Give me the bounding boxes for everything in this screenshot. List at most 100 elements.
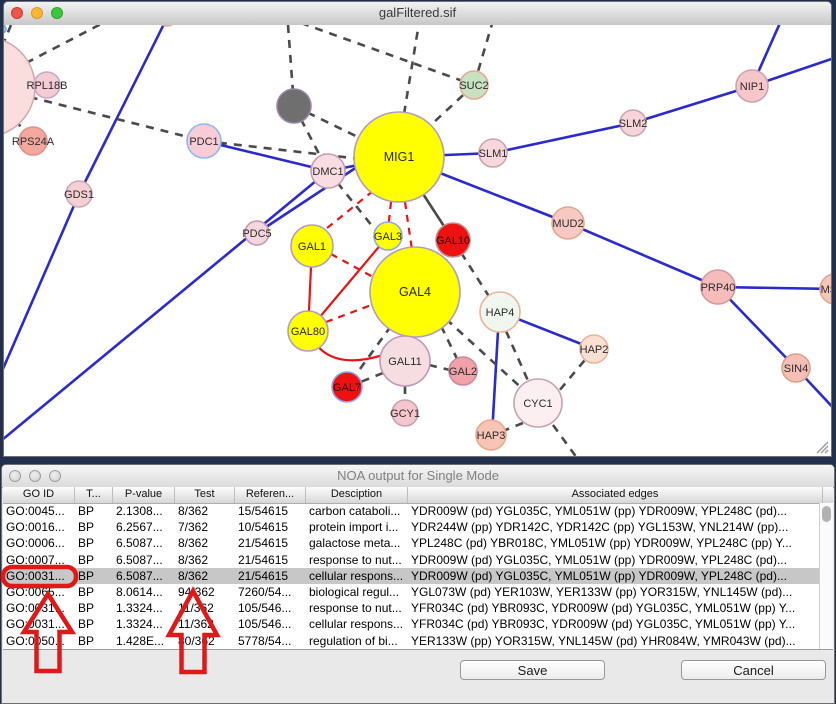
network-window-titlebar[interactable]: galFiltered.sif (4, 2, 831, 26)
column-header-test[interactable]: Test (175, 487, 235, 503)
table-cell: biological regul... (306, 584, 408, 600)
scrollbar-thumb[interactable] (822, 506, 831, 522)
table-cell: 15/54615 (235, 503, 306, 519)
edge (404, 25, 420, 114)
table-cell: GO:0006... (3, 535, 75, 551)
edge (553, 425, 585, 456)
table-cell: BP (75, 568, 113, 584)
column-header-t[interactable]: T... (75, 487, 113, 503)
node-gal80[interactable] (288, 311, 328, 351)
table-cell: GO:0016... (3, 519, 75, 535)
table-row[interactable]: GO:0065...BP8.0614...94/3627260/54...bio… (3, 584, 819, 600)
node-gal7[interactable] (332, 372, 362, 402)
table-cell: GO:0031... (3, 616, 75, 632)
table-scrollbar[interactable] (819, 503, 833, 649)
table-cell: 21/54615 (235, 552, 306, 568)
node-pdc1[interactable] (187, 124, 221, 158)
noa-window-titlebar[interactable]: NOA output for Single Mode (2, 465, 834, 488)
edge (493, 123, 633, 153)
node-gal2[interactable] (449, 357, 477, 385)
table-row[interactable]: GO:0031...BP1.3324...11/362105/546...res… (3, 600, 819, 616)
table-body: GO:0045...BP2.1308...8/36215/54615carbon… (3, 503, 819, 649)
node-gal10[interactable] (436, 223, 470, 257)
table-cell: 6.5087... (113, 568, 175, 584)
noa-window: NOA output for Single Mode GO IDT...P-va… (1, 464, 835, 704)
table-cell: 94/362 (175, 584, 235, 600)
table-row[interactable]: GO:0016...BP6.2567...7/36210/54615protei… (3, 519, 819, 535)
table-cell: 11/362 (175, 616, 235, 632)
table-cell: 8/362 (175, 568, 235, 584)
node-cyc1[interactable] (514, 379, 562, 427)
edge (405, 202, 412, 250)
node-slm2[interactable] (620, 110, 646, 136)
table-cell: 11/362 (175, 600, 235, 616)
node-hap3[interactable] (476, 420, 506, 450)
network-graph: RPL18BRPS24AGDS1PDC1DMC1MIG1SLM1SUC2SLM2… (4, 25, 831, 456)
node-gal3[interactable] (374, 222, 402, 250)
table-row[interactable]: GO:0045...BP2.1308...8/36215/54615carbon… (3, 503, 819, 519)
table-row[interactable]: GO:0006...BP6.5087...8/36221/54615galact… (3, 535, 819, 551)
node[interactable] (157, 25, 177, 26)
table-cell: 7260/54... (235, 584, 306, 600)
node-mud2[interactable] (552, 207, 584, 239)
table-cell: YER133W (pp) YOR315W, YNL145W (pd) YHR08… (408, 633, 819, 649)
table-cell: YDR009W (pd) YGL035C, YML051W (pp) YDR00… (408, 568, 819, 584)
table-cell: 105/546... (235, 600, 306, 616)
column-header-desciption[interactable]: Desciption (306, 487, 408, 503)
table-cell: galactose meta... (306, 535, 408, 551)
edge (503, 423, 523, 431)
table-cell: BP (75, 519, 113, 535)
node-rpl18b[interactable] (34, 72, 60, 98)
table-cell: 6.5087... (113, 535, 175, 551)
node-hap4[interactable] (480, 292, 520, 332)
node-mig1[interactable] (354, 112, 444, 202)
table-row[interactable]: GO:0050...BP1.428E...80/3625778/54...reg… (3, 633, 819, 649)
edge (429, 365, 450, 370)
desktop-background: galFiltered.sif RPL18BRPS24AGDS1PDC1DMC1… (0, 0, 836, 704)
node-gcy1[interactable] (392, 400, 418, 426)
node-hap2[interactable] (580, 335, 608, 363)
table-row[interactable]: GO:0031...BP1.3324...11/362105/546...cel… (3, 616, 819, 632)
node-gds1[interactable] (66, 181, 92, 207)
table-row[interactable]: GO:0007...BP6.5087...8/36221/54615respon… (3, 552, 819, 568)
column-header-goid[interactable]: GO ID (3, 487, 75, 503)
node-slm1[interactable] (479, 139, 507, 167)
node-msl1[interactable] (820, 274, 831, 304)
table-cell: 7/362 (175, 519, 235, 535)
node-gal4[interactable] (370, 247, 460, 337)
table-cell: 6.5087... (113, 552, 175, 568)
table-cell: 21/54615 (235, 535, 306, 551)
save-button[interactable]: Save (460, 660, 605, 680)
node[interactable] (277, 89, 311, 123)
cancel-button[interactable]: Cancel (681, 660, 826, 680)
table-cell: 2.1308... (113, 503, 175, 519)
node[interactable] (4, 37, 35, 137)
resize-grip[interactable] (816, 441, 829, 454)
table-cell: YGL073W (pd) YER103W, YER133W (pp) YOR31… (408, 584, 819, 600)
node-rps24a[interactable] (19, 127, 47, 155)
column-header-referen[interactable]: Referen... (235, 487, 306, 503)
node-nip1[interactable] (736, 70, 768, 102)
node-suc2[interactable] (460, 71, 488, 99)
table-cell: BP (75, 552, 113, 568)
node-gal11[interactable] (380, 336, 430, 386)
table-cell: cellular respons... (306, 568, 408, 584)
column-header-associatededges[interactable]: Associated edges (408, 487, 823, 503)
node-prp40[interactable] (701, 270, 735, 304)
table-cell: 8/362 (175, 535, 235, 551)
node-dmc1[interactable] (311, 154, 345, 188)
table-cell: 8/362 (175, 503, 235, 519)
table-cell: 5778/54... (235, 633, 306, 649)
table-cell: BP (75, 600, 113, 616)
table-cell: BP (75, 584, 113, 600)
node-sin4[interactable] (782, 354, 810, 382)
table-cell: protein import i... (306, 519, 408, 535)
edge (506, 331, 529, 383)
table-row[interactable]: GO:0031...BP6.5087...8/36221/54615cellul… (3, 568, 819, 584)
column-header-pvalue[interactable]: P-value (113, 487, 175, 503)
node[interactable] (4, 25, 6, 33)
node-gal1[interactable] (291, 225, 333, 267)
table-cell: cellular respons... (306, 616, 408, 632)
network-canvas[interactable]: RPL18BRPS24AGDS1PDC1DMC1MIG1SLM1SUC2SLM2… (4, 25, 831, 456)
node-pdc5[interactable] (245, 221, 269, 245)
